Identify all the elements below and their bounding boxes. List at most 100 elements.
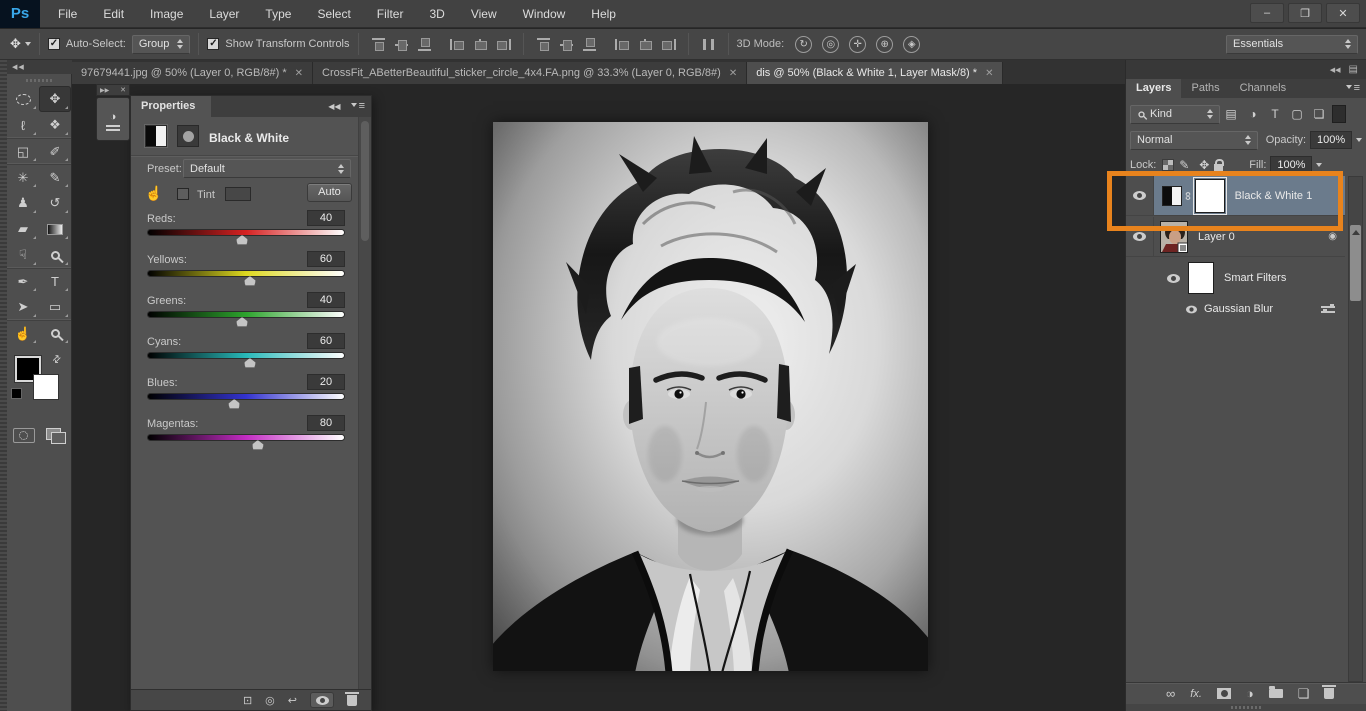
layers-scrollbar[interactable] [1348, 176, 1363, 682]
slider-value-box[interactable]: 60 [307, 333, 345, 349]
lock-transparency-icon[interactable] [1162, 159, 1174, 171]
slider-track[interactable] [147, 311, 345, 318]
tab-paths[interactable]: Paths [1181, 79, 1229, 98]
brush-tool[interactable]: ✎ [39, 164, 71, 190]
type-tool[interactable]: T [39, 268, 71, 294]
document-canvas-image[interactable] [493, 122, 928, 671]
spot-healing-brush-tool[interactable]: ✳ [7, 164, 39, 190]
filtering-toggle[interactable] [1332, 105, 1346, 123]
distribute-bottom-edges-icon[interactable] [582, 38, 597, 51]
menu-edit[interactable]: Edit [103, 7, 124, 21]
filter-adjustment-layers-icon[interactable]: ◑ [1242, 107, 1264, 121]
slider-track[interactable] [147, 270, 345, 277]
menu-image[interactable]: Image [150, 7, 183, 21]
restore-button[interactable]: ❐ [1288, 3, 1322, 23]
new-adjustment-layer-icon[interactable]: ◑ [1246, 686, 1254, 701]
filter-pixel-layers-icon[interactable]: ▤ [1220, 107, 1242, 121]
tab-close-icon[interactable]: ✕ [295, 68, 303, 79]
3d-roll-icon[interactable]: ◎ [822, 36, 839, 53]
gradient-tool[interactable] [39, 216, 71, 242]
smart-filters-mask-thumbnail[interactable] [1188, 262, 1214, 294]
menu-layer[interactable]: Layer [209, 7, 239, 21]
filter-smart-objects-icon[interactable]: ❏ [1308, 107, 1330, 121]
quick-mask-mode-button[interactable] [13, 428, 35, 443]
distribute-spacing-icon[interactable] [701, 38, 716, 51]
slider-value-box[interactable]: 60 [307, 251, 345, 267]
properties-scrollbar[interactable] [358, 117, 371, 691]
layer-mask-properties-icon[interactable] [177, 125, 199, 147]
rectangle-tool[interactable]: ▭ [39, 294, 71, 320]
slider-value-box[interactable]: 80 [307, 415, 345, 431]
quick-selection-tool[interactable]: ❖ [39, 112, 71, 138]
path-selection-tool[interactable]: ➤ [7, 294, 39, 320]
filter-type-layers-icon[interactable]: T [1264, 107, 1286, 121]
layer-mask-thumbnail[interactable] [1195, 179, 1225, 213]
reset-adjustment-icon[interactable]: ↩ [288, 694, 297, 707]
history-brush-tool[interactable]: ↺ [39, 190, 71, 216]
layer-style-fx-icon[interactable]: fx. [1190, 688, 1202, 700]
default-colors-icon[interactable] [13, 390, 22, 399]
menu-select[interactable]: Select [317, 7, 350, 21]
distribute-vertical-centers-icon[interactable] [559, 38, 574, 51]
opacity-value[interactable]: 100% [1310, 131, 1352, 149]
gaussian-blur-label[interactable]: Gaussian Blur [1204, 303, 1273, 315]
delete-layer-icon[interactable] [1324, 688, 1334, 699]
distribute-left-edges-icon[interactable] [615, 38, 630, 51]
slider-track[interactable] [147, 393, 345, 400]
smudge-tool[interactable]: ☟ [7, 242, 39, 268]
tint-checkbox[interactable] [177, 188, 189, 200]
dock-resize-grip[interactable] [1126, 704, 1366, 711]
align-right-edges-icon[interactable] [496, 38, 511, 51]
document-tab[interactable]: CrossFit_ABetterBeautiful_sticker_circle… [313, 62, 747, 84]
filter-shape-layers-icon[interactable]: ▢ [1286, 107, 1308, 121]
slider-value-box[interactable]: 20 [307, 374, 345, 390]
tint-color-swatch[interactable] [225, 187, 251, 201]
new-group-icon[interactable] [1269, 689, 1283, 698]
auto-select-group-dropdown[interactable]: Group [132, 35, 191, 54]
opacity-arrow-icon[interactable] [1356, 138, 1362, 142]
eraser-tool[interactable]: ▰ [7, 216, 39, 242]
tools-panel-grip[interactable] [7, 74, 71, 86]
lock-position-icon[interactable]: ✥ [1194, 158, 1214, 172]
layer-image-thumbnail[interactable] [1160, 221, 1188, 253]
tab-channels[interactable]: Channels [1230, 79, 1296, 98]
elliptical-marquee-tool[interactable] [7, 86, 39, 112]
layer-row-black-white[interactable]: ∞ Black & White 1 [1126, 176, 1345, 216]
close-panel-icon[interactable]: ✕ [120, 86, 126, 94]
distribute-right-edges-icon[interactable] [661, 38, 676, 51]
menu-3d[interactable]: 3D [429, 7, 444, 21]
slider-track[interactable] [147, 229, 345, 236]
dodge-tool[interactable] [39, 242, 71, 268]
slider-thumb[interactable] [244, 358, 256, 368]
menu-view[interactable]: View [471, 7, 497, 21]
layer-row-layer0[interactable]: Layer 0 ◉ [1126, 217, 1345, 257]
dock-grid-icon[interactable]: ▤ [1349, 64, 1358, 75]
lock-all-icon[interactable] [1214, 164, 1223, 171]
layer-name[interactable]: Layer 0 [1198, 231, 1235, 243]
collapse-panel-icon[interactable]: ◀◀ [328, 102, 340, 111]
mask-link-icon[interactable]: ∞ [1181, 191, 1195, 200]
distribute-horizontal-centers-icon[interactable] [638, 38, 653, 51]
clip-to-layer-icon[interactable]: ⊡ [243, 694, 252, 707]
lasso-tool[interactable]: ℓ [7, 112, 39, 138]
auto-select-checkbox[interactable]: ✓ [48, 38, 60, 50]
background-color-swatch[interactable] [33, 374, 59, 400]
3d-slide-icon[interactable]: ⊕ [876, 36, 893, 53]
filter-kind-dropdown[interactable]: Kind [1130, 105, 1220, 124]
smart-filters-row[interactable]: Smart Filters [1126, 258, 1345, 298]
add-layer-mask-icon[interactable] [1217, 688, 1231, 699]
scrollbar-thumb[interactable] [1350, 225, 1361, 301]
show-transform-checkbox[interactable]: ✓ [207, 38, 219, 50]
distribute-top-edges-icon[interactable] [536, 38, 551, 51]
menu-type[interactable]: Type [265, 7, 291, 21]
3d-rotate-icon[interactable]: ↻ [795, 36, 812, 53]
current-tool-chip[interactable]: ✥ [10, 36, 31, 52]
align-horizontal-centers-icon[interactable] [473, 38, 488, 51]
blend-mode-dropdown[interactable]: Normal [1130, 131, 1258, 150]
tab-layers[interactable]: Layers [1126, 79, 1181, 98]
3d-camera-icon[interactable]: ◈ [903, 36, 920, 53]
menu-file[interactable]: File [58, 7, 77, 21]
lock-pixels-icon[interactable]: ✎ [1174, 158, 1194, 172]
layer-visibility-eye-icon[interactable] [1133, 232, 1146, 241]
slider-thumb[interactable] [236, 317, 248, 327]
